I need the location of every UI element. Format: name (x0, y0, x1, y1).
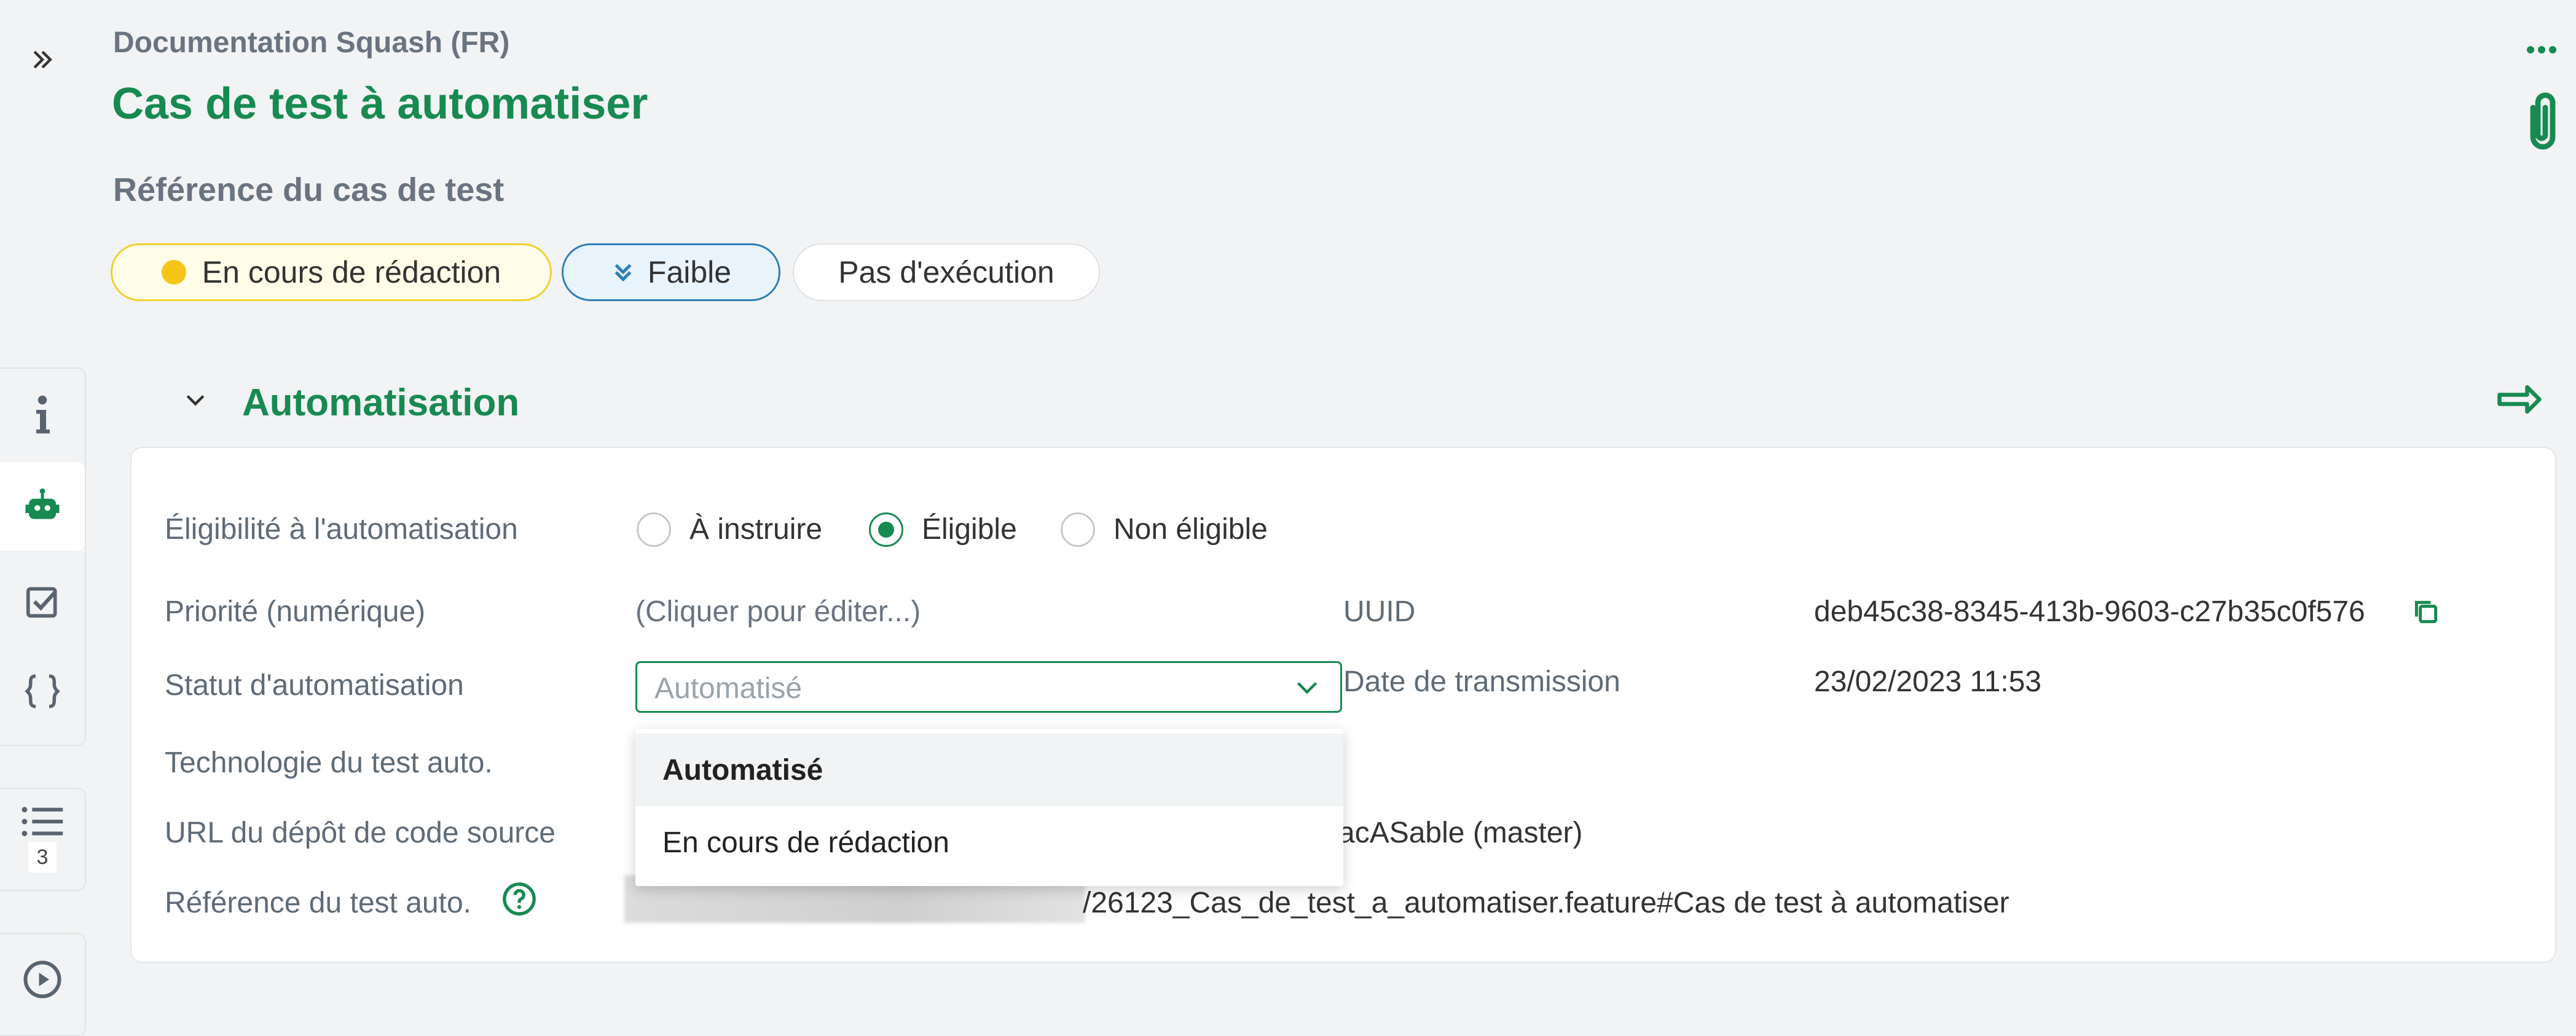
priority-label: Priorité (numérique) (165, 595, 426, 628)
test-reference-value: /26123_Cas_de_test_a_automatiser.feature… (1083, 887, 2009, 919)
technology-label: Technologie du test auto. (165, 747, 493, 779)
status-pill-label: En cours de rédaction (202, 255, 501, 289)
importance-pill-label: Faible (647, 255, 732, 289)
uuid-label: UUID (1343, 595, 1416, 628)
rail-info-button[interactable] (0, 381, 85, 449)
expand-sidebar-button[interactable] (0, 32, 85, 87)
priority-edit-field[interactable]: (Cliquer pour éditer...) (635, 595, 921, 629)
section-title: Automatisation (242, 382, 520, 424)
automation-status-placeholder: Automatisé (654, 672, 803, 705)
automation-status-label: Statut d'automatisation (165, 669, 464, 702)
help-icon (503, 882, 536, 916)
list-count-badge: 3 (28, 842, 57, 873)
attachments-button[interactable] (2523, 87, 2562, 160)
execution-pill[interactable]: Pas d'exécution (793, 243, 1100, 301)
radio-non-eligible-label[interactable]: Non éligible (1113, 512, 1268, 546)
transmission-date-label: Date de transmission (1343, 665, 1620, 698)
test-case-reference[interactable]: Référence du cas de test (113, 171, 504, 209)
double-chevron-down-icon (615, 264, 632, 282)
braces-icon (25, 674, 60, 708)
rail-execute-button[interactable] (0, 946, 85, 1013)
automation-status-select[interactable]: Automatisé (635, 661, 1342, 713)
checkbox-icon (26, 587, 57, 618)
more-options-button[interactable] (2526, 41, 2558, 62)
radio-eligible[interactable] (869, 512, 903, 547)
status-pill[interactable]: En cours de rédaction (111, 243, 552, 301)
importance-pill[interactable]: Faible (562, 243, 780, 301)
status-dot-icon (161, 260, 186, 285)
dropdown-option-en-cours[interactable]: En cours de rédaction (635, 806, 1343, 879)
rail-scripts-button[interactable] (0, 655, 85, 728)
dropdown-option-automatise[interactable]: Automatisé (635, 734, 1343, 806)
robot-icon (25, 488, 60, 519)
radio-eligible-label[interactable]: Éligible (922, 512, 1017, 546)
transmission-date-value: 23/02/2023 11:53 (1814, 665, 2042, 698)
rail-steps-button[interactable] (0, 565, 85, 638)
test-reference-label: Référence du test auto. (165, 887, 471, 919)
repo-url-label: URL du dépôt de code source (165, 817, 556, 849)
test-reference-help-button[interactable] (501, 881, 537, 920)
arrow-right-icon (2497, 385, 2542, 414)
info-icon (36, 395, 50, 434)
copy-icon (2414, 600, 2438, 624)
automation-status-dropdown: Automatisé En cours de rédaction (635, 729, 1343, 886)
paperclip-icon (2530, 92, 2556, 150)
rail-list-button[interactable] (0, 795, 85, 848)
copy-uuid-button[interactable] (2410, 596, 2441, 630)
repo-url-value[interactable]: acASable (master) (1338, 816, 1582, 850)
radio-non-eligible[interactable] (1061, 512, 1095, 547)
radio-a-instruire[interactable] (637, 512, 671, 547)
radio-a-instruire-label[interactable]: À instruire (689, 512, 822, 546)
collapse-section-button[interactable] (182, 386, 209, 416)
breadcrumb[interactable]: Documentation Squash (FR) (113, 26, 509, 60)
play-icon (23, 960, 61, 999)
goto-automation-button[interactable] (2496, 381, 2543, 421)
chevron-down-icon (186, 394, 205, 406)
chevron-down-icon (1297, 682, 1317, 694)
rail-automation-button[interactable] (0, 462, 85, 551)
uuid-value: deb45c38-8345-413b-9603-c27b35c0f576 (1814, 595, 2365, 628)
eligibility-label: Éligibilité à l'automatisation (165, 513, 518, 546)
more-dots-icon (2527, 46, 2556, 53)
list-icon (22, 807, 63, 836)
execution-pill-label: Pas d'exécution (838, 255, 1054, 289)
page-title: Cas de test à automatiser (112, 79, 648, 128)
double-chevron-right-icon (33, 50, 52, 69)
